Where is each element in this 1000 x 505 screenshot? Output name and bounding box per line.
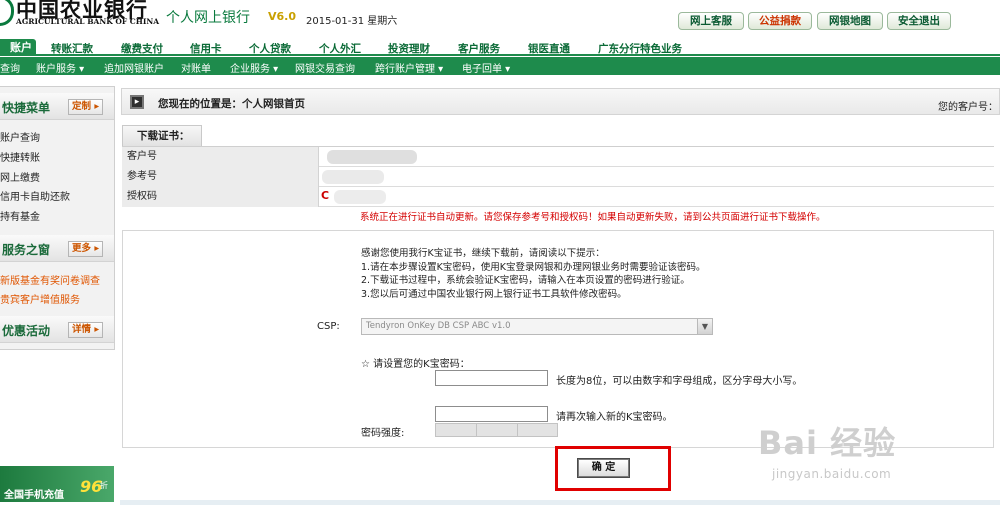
watermark-logo: Bai 经验 xyxy=(758,424,897,462)
nav-tab-personal-loan[interactable]: 个人贷款 xyxy=(249,41,291,56)
location-icon: ▸ xyxy=(130,95,144,109)
download-cert-tab: 下载证书： xyxy=(122,125,202,146)
k-bao-password-input[interactable] xyxy=(435,370,548,386)
subnav-account-service[interactable]: 账户服务 ▾ xyxy=(36,60,84,75)
site-version: V6.0 xyxy=(268,10,296,23)
csp-label: CSP: xyxy=(317,321,340,332)
sidebar-link-credit-repay[interactable]: 信用卡自助还款 xyxy=(0,188,70,203)
subnav-add-account[interactable]: 追加网银账户 xyxy=(104,60,164,75)
watermark-url: jingyan.baidu.com xyxy=(772,467,892,481)
table-row: 授权码 C xyxy=(122,187,994,207)
nav-tab-customer-service[interactable]: 客户服务 xyxy=(458,41,500,56)
auto-update-warning: 系统正在进行证书自动更新。请您保存参考号和授权码！如果自动更新失败，请到公共页面… xyxy=(360,212,826,223)
more-button[interactable]: 更多 ▸ xyxy=(68,241,104,257)
sidebar: 快捷菜单 定制 ▸ 账户查询 快捷转账 网上缴费 信用卡自助还款 持有基金 服务… xyxy=(0,86,115,350)
nav-tab-guangdong[interactable]: 广东分行特色业务 xyxy=(598,41,682,56)
k-bao-password-confirm-input[interactable] xyxy=(435,406,548,422)
nav-tab-credit-card[interactable]: 信用卡 xyxy=(190,41,222,56)
bank-name-en: AGRICULTURAL BANK OF CHINA xyxy=(16,17,160,26)
chevron-down-icon[interactable]: ▼ xyxy=(697,319,712,334)
sidebar-link-funds[interactable]: 持有基金 xyxy=(0,208,40,223)
nav-tab-transfer[interactable]: 转账汇款 xyxy=(51,41,93,56)
strength-divider xyxy=(476,424,477,436)
hint-step-1: 1.请在本步骤设置K宝密码，使用K宝登录网银和办理网银业务时需要验证该密码。 xyxy=(361,262,706,273)
bottom-strip xyxy=(120,500,1000,505)
service-window-title: 服务之窗 xyxy=(2,243,51,257)
csp-select[interactable]: Tendyron OnKey DB CSP ABC v1.0 ▼ xyxy=(361,318,713,335)
sidebar-link-online-payment[interactable]: 网上缴费 xyxy=(0,169,40,184)
auth-code-row-label: 授权码 xyxy=(122,187,319,207)
banner-text: 全国手机充值 xyxy=(4,490,64,501)
table-row: 客户号 xyxy=(122,147,994,167)
location-bar: ▸ 您现在的位置是：个人网银首页 您的客户号： xyxy=(121,88,1000,115)
main-nav: 账户 转账汇款 缴费支付 信用卡 个人贷款 个人外汇 投资理财 客户服务 银医直… xyxy=(0,39,1000,56)
baidu-watermark: Bai 经验 jingyan.baidu.com xyxy=(754,416,994,500)
logout-button[interactable]: 安全退出 xyxy=(887,12,951,30)
hint-step-2: 2.下载证书过程中，系统会验证K宝密码，请输入在本页设置的密码进行验证。 xyxy=(361,275,690,286)
subnav-statement[interactable]: 对账单 xyxy=(181,60,211,75)
quick-menu-title: 快捷菜单 xyxy=(2,101,51,115)
quick-menu-header: 快捷菜单 定制 ▸ xyxy=(0,93,114,120)
promotions-header: 优惠活动 详情 ▸ xyxy=(0,316,114,343)
hint-step-3: 3.您以后可通过中国农业银行网上银行证书工具软件修改密码。 xyxy=(361,289,627,300)
password-strength-label: 密码强度: xyxy=(361,428,405,439)
confirm-button[interactable]: 确 定 xyxy=(577,458,630,478)
csp-selected-value: Tendyron OnKey DB CSP ABC v1.0 xyxy=(366,321,511,331)
sidebar-link-account-query[interactable]: 账户查询 xyxy=(0,129,40,144)
subnav-interbank[interactable]: 跨行账户管理 ▾ xyxy=(375,60,443,75)
redacted-value xyxy=(322,170,384,184)
set-password-label: ☆ 请设置您的K宝密码： xyxy=(361,359,470,370)
subnav-enterprise[interactable]: 企业服务 ▾ xyxy=(230,60,278,75)
charity-donation-button[interactable]: 公益捐款 xyxy=(748,12,812,30)
customer-no-row-label: 客户号 xyxy=(122,147,319,167)
sub-nav: 查询 账户服务 ▾ 追加网银账户 对账单 企业服务 ▾ 网银交易查询 跨行账户管… xyxy=(0,57,1000,75)
abc-logo-icon xyxy=(0,0,14,26)
mobile-recharge-banner[interactable]: 全国手机充值 96 折 xyxy=(0,466,114,502)
password-rule-hint: 长度为8位，可以由数字和字母组成，区分字母大小写。 xyxy=(556,376,803,387)
nav-tab-hospital[interactable]: 银医直通 xyxy=(528,41,570,56)
strength-divider xyxy=(517,424,518,436)
customer-number-label: 您的客户号： xyxy=(938,102,998,113)
page-header: 中国农业银行 AGRICULTURAL BANK OF CHINA 个人网上银行… xyxy=(0,0,1000,38)
password-strength-meter xyxy=(435,423,558,437)
password-confirm-hint: 请再次输入新的K宝密码。 xyxy=(556,412,673,423)
location-text: 您现在的位置是：个人网银首页 xyxy=(158,98,305,110)
table-row: 参考号 xyxy=(122,167,994,187)
customize-button[interactable]: 定制 ▸ xyxy=(68,99,104,115)
sidebar-link-quick-transfer[interactable]: 快捷转账 xyxy=(0,149,40,164)
subnav-transaction-query[interactable]: 网银交易查询 xyxy=(295,60,355,75)
hint-intro: 感谢您使用我行K宝证书，继续下载前，请阅读以下提示： xyxy=(361,248,605,259)
nav-tab-investment[interactable]: 投资理财 xyxy=(388,41,430,56)
auth-code-value: C xyxy=(321,189,330,202)
bank-map-button[interactable]: 网银地图 xyxy=(817,12,883,30)
banner-discount-unit: 折 xyxy=(100,481,108,490)
online-service-button[interactable]: 网上客服 xyxy=(678,12,744,30)
details-button[interactable]: 详情 ▸ xyxy=(68,322,104,338)
sidebar-link-vip-service[interactable]: 贵宾客户增值服务 xyxy=(0,291,80,306)
sidebar-link-fund-survey[interactable]: 新版基金有奖问卷调查 xyxy=(0,272,100,287)
subnav-query[interactable]: 查询 xyxy=(0,60,20,75)
banner-discount: 96 xyxy=(80,477,103,496)
promotions-title: 优惠活动 xyxy=(2,324,51,338)
reference-no-row-label: 参考号 xyxy=(122,167,319,187)
cert-info-table: 客户号 参考号 授权码 C xyxy=(122,146,994,207)
nav-tab-account[interactable]: 账户 xyxy=(0,39,36,56)
subnav-e-receipt[interactable]: 电子回单 ▾ xyxy=(462,60,510,75)
service-window-header: 服务之窗 更多 ▸ xyxy=(0,235,114,262)
nav-tab-payment[interactable]: 缴费支付 xyxy=(121,41,163,56)
redacted-value xyxy=(334,190,386,204)
nav-tab-forex[interactable]: 个人外汇 xyxy=(319,41,361,56)
site-title: 个人网上银行 xyxy=(166,10,250,26)
redacted-value xyxy=(327,150,417,164)
current-date: 2015-01-31 星期六 xyxy=(306,16,398,27)
